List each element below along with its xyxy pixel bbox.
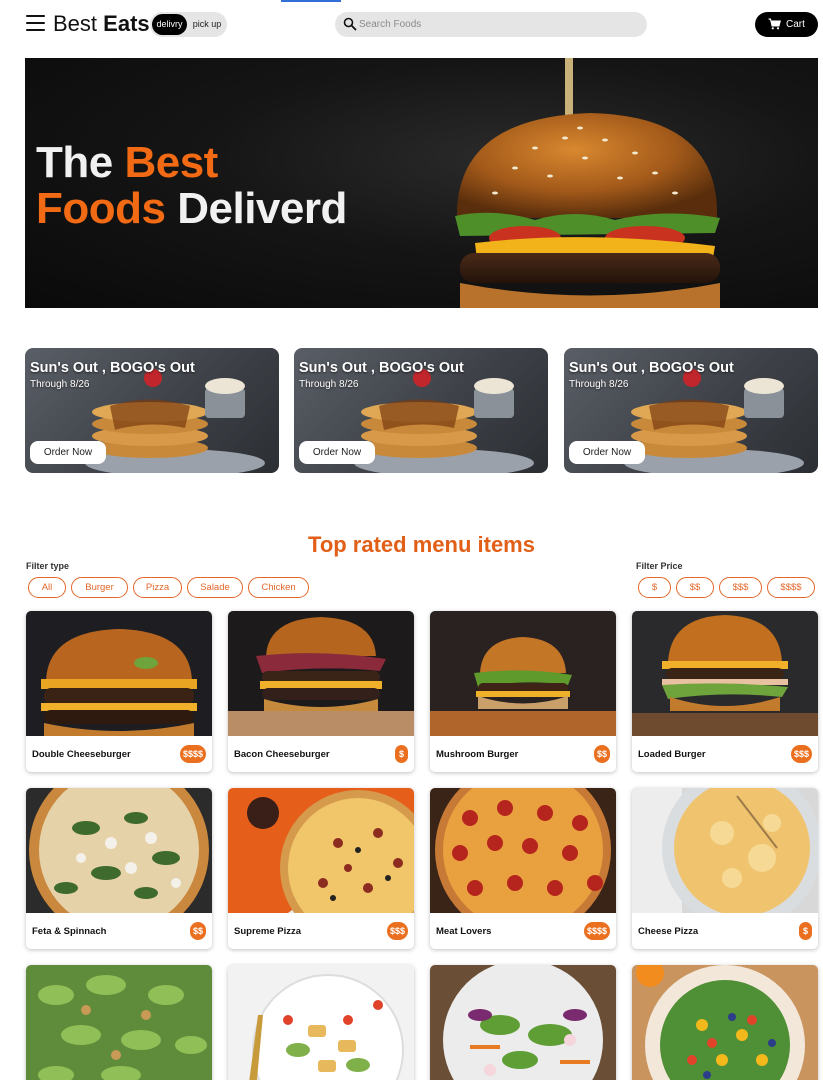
- promo-card: Sun's Out , BOGO's Out Through 8/26 Orde…: [564, 348, 818, 473]
- brand-word-best: Best: [53, 11, 98, 36]
- menu-item-card[interactable]: Mushroom Burger $$: [430, 611, 616, 772]
- menu-item-name: Feta & Spinnach: [32, 926, 107, 937]
- filter-price-2[interactable]: $$: [676, 577, 714, 598]
- salad-photo: [26, 965, 212, 1080]
- cart-label: Cart: [786, 19, 805, 30]
- order-now-button[interactable]: Order Now: [30, 441, 106, 464]
- hero-burger-image: [455, 58, 720, 308]
- hero-word-best: Best: [124, 138, 218, 187]
- section-title: Top rated menu items: [308, 532, 535, 557]
- shopping-cart-icon: [768, 18, 781, 30]
- menu-item-card[interactable]: Meat Lovers $$$$: [430, 788, 616, 949]
- menu-item-card[interactable]: Double Cheeseburger $$$$: [26, 611, 212, 772]
- filter-price-3[interactable]: $$$: [719, 577, 762, 598]
- menu-item-card[interactable]: [632, 965, 818, 1080]
- filter-type-chicken[interactable]: Chicken: [248, 577, 309, 598]
- price-badge: $$$: [790, 745, 812, 763]
- burger-photo: [228, 611, 414, 736]
- menu-item-name: Cheese Pizza: [638, 926, 699, 937]
- filter-type-label: Filter type: [26, 561, 70, 571]
- pizza-photo: [26, 788, 212, 913]
- search-icon: [343, 17, 357, 31]
- promo-subtitle: Through 8/26: [569, 379, 629, 390]
- menu-item-card[interactable]: Bacon Cheeseburger $: [228, 611, 414, 772]
- filter-price-4[interactable]: $$$$: [767, 577, 815, 598]
- filter-type-salade[interactable]: Salade: [187, 577, 243, 598]
- hero-word-deliverd: Deliverd: [177, 184, 347, 233]
- promo-card: Sun's Out , BOGO's Out Through 8/26 Orde…: [25, 348, 279, 473]
- menu-item-card[interactable]: [26, 965, 212, 1080]
- menu-item-name: Bacon Cheeseburger: [234, 749, 330, 760]
- price-badge: $$$: [386, 922, 408, 940]
- pickup-option[interactable]: pick up: [189, 14, 225, 35]
- price-badge: $: [799, 922, 812, 940]
- salad-photo: [430, 965, 616, 1080]
- price-badge: $$: [593, 745, 610, 763]
- salad-photo: [632, 965, 818, 1080]
- cart-button[interactable]: Cart: [755, 12, 818, 37]
- menu-item-name: Mushroom Burger: [436, 749, 519, 760]
- promo-subtitle: Through 8/26: [299, 379, 359, 390]
- order-now-button[interactable]: Order Now: [299, 441, 375, 464]
- order-now-button[interactable]: Order Now: [569, 441, 645, 464]
- salad-photo: [228, 965, 414, 1080]
- hamburger-menu-icon[interactable]: [26, 15, 45, 31]
- price-badge: $$: [189, 922, 206, 940]
- menu-item-name: Meat Lovers: [436, 926, 492, 937]
- promo-card: Sun's Out , BOGO's Out Through 8/26 Orde…: [294, 348, 548, 473]
- menu-item-name: Supreme Pizza: [234, 926, 302, 937]
- price-badge: $: [395, 745, 408, 763]
- filter-type-burger[interactable]: Burger: [71, 577, 128, 598]
- top-navbar: Best Eats delivry pick up Cart: [0, 0, 823, 50]
- brand-word-eats: Eats: [103, 11, 150, 36]
- filter-price-label: Filter Price: [636, 561, 683, 571]
- menu-item-name: Loaded Burger: [638, 749, 706, 760]
- price-badge: $$$$: [179, 745, 206, 763]
- search-input[interactable]: [359, 15, 639, 34]
- delivery-option[interactable]: delivry: [152, 14, 187, 35]
- hero-headline: The Best Foods Deliverd: [36, 140, 347, 232]
- menu-item-card[interactable]: Cheese Pizza $: [632, 788, 818, 949]
- promo-title: Sun's Out , BOGO's Out: [569, 360, 734, 376]
- hero-word-foods: Foods: [36, 184, 166, 233]
- pizza-photo: [632, 788, 818, 913]
- promo-title: Sun's Out , BOGO's Out: [299, 360, 464, 376]
- menu-item-card[interactable]: [430, 965, 616, 1080]
- promo-title: Sun's Out , BOGO's Out: [30, 360, 195, 376]
- brand-logo[interactable]: Best Eats: [53, 11, 150, 37]
- search-bar: [335, 12, 647, 37]
- menu-item-card[interactable]: [228, 965, 414, 1080]
- hero-banner: The Best Foods Deliverd: [25, 58, 818, 308]
- burger-photo: [632, 611, 818, 736]
- pizza-photo: [228, 788, 414, 913]
- burger-photo: [430, 611, 616, 736]
- filter-price-1[interactable]: $: [638, 577, 671, 598]
- menu-item-card[interactable]: Supreme Pizza $$$: [228, 788, 414, 949]
- delivery-mode-toggle[interactable]: delivry pick up: [150, 12, 227, 37]
- filter-type-pizza[interactable]: Pizza: [133, 577, 182, 598]
- filter-type-all[interactable]: All: [28, 577, 66, 598]
- pizza-photo: [430, 788, 616, 913]
- hero-word-the: The: [36, 138, 113, 187]
- promo-subtitle: Through 8/26: [30, 379, 90, 390]
- price-badge: $$$$: [583, 922, 610, 940]
- menu-item-card[interactable]: Loaded Burger $$$: [632, 611, 818, 772]
- menu-item-card[interactable]: Feta & Spinnach $$: [26, 788, 212, 949]
- menu-item-name: Double Cheeseburger: [32, 749, 131, 760]
- burger-photo: [26, 611, 212, 736]
